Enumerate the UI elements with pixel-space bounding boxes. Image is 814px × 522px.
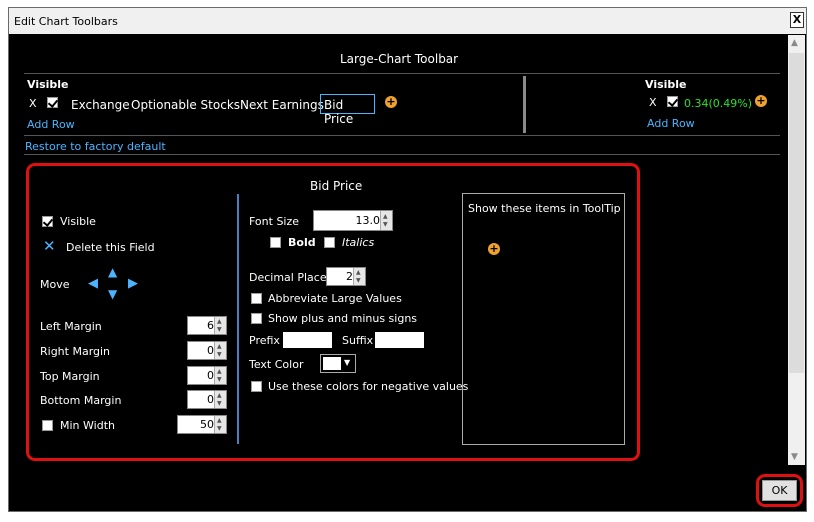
scroll-thumb[interactable]	[789, 53, 804, 373]
plus-minus-label: Show plus and minus signs	[268, 312, 418, 325]
restore-divider	[24, 154, 780, 155]
decimal-places-label: Decimal Places	[249, 271, 333, 284]
bottom-margin-value: 0	[207, 393, 214, 406]
scroll-up-icon[interactable]: ▲	[791, 38, 798, 48]
right-add-item-icon[interactable]: +	[755, 95, 767, 107]
move-label: Move	[40, 278, 70, 291]
add-item-icon[interactable]: +	[385, 96, 397, 108]
prefix-label: Prefix	[249, 334, 280, 347]
left-visible-checkbox[interactable]	[47, 97, 58, 108]
bottom-margin-label: Bottom Margin	[40, 394, 122, 407]
color-swatch	[323, 357, 341, 370]
scroll-down-icon[interactable]: ▼	[791, 452, 798, 462]
right-remove-x[interactable]: X	[649, 96, 657, 109]
toolbar-item-earnings[interactable]: Next Earnings	[240, 98, 324, 112]
suffix-input[interactable]	[375, 332, 424, 348]
negative-colors-checkbox[interactable]	[251, 381, 262, 392]
toolbar-item-exchange[interactable]: Exchange	[71, 98, 130, 112]
text-color-picker[interactable]: ▼	[320, 354, 356, 373]
abbreviate-label: Abbreviate Large Values	[268, 292, 402, 305]
top-margin-label: Top Margin	[40, 370, 100, 383]
move-left-icon[interactable]: ◀	[88, 276, 98, 291]
left-remove-x[interactable]: X	[29, 97, 37, 110]
bottom-margin-spinner[interactable]: 0 ▲ ▼	[187, 390, 227, 409]
font-size-value: 13.0	[355, 214, 381, 227]
italics-checkbox[interactable]	[324, 237, 335, 248]
field-visible-checkbox[interactable]	[42, 216, 53, 227]
suffix-label: Suffix	[342, 334, 374, 347]
plus-minus-checkbox[interactable]	[251, 313, 262, 324]
move-right-icon[interactable]: ▶	[128, 276, 138, 291]
min-width-value: 50	[200, 418, 214, 431]
ok-button[interactable]: OK	[762, 480, 797, 501]
text-color-label: Text Color	[249, 358, 304, 371]
spinner-buttons[interactable]: ▲ ▼	[214, 342, 226, 359]
negative-colors-label: Use these colors for negative values	[268, 380, 469, 393]
font-size-label: Font Size	[249, 215, 300, 228]
min-width-checkbox[interactable]	[42, 420, 53, 431]
title-bar: Edit Chart Toolbars X	[9, 8, 806, 34]
spinner-buttons[interactable]: ▲ ▼	[214, 391, 226, 408]
toolbar-header: Large-Chart Toolbar	[340, 52, 459, 66]
decimal-places-value: 2	[346, 270, 353, 283]
delete-icon[interactable]: ✕	[43, 237, 56, 255]
left-add-row-link[interactable]: Add Row	[27, 118, 75, 131]
chevron-down-icon: ▼	[344, 358, 351, 367]
min-width-spinner[interactable]: 50 ▲ ▼	[177, 415, 227, 434]
restore-default-link[interactable]: Restore to factory default	[25, 140, 166, 153]
font-size-spinner[interactable]: 13.0 ▲ ▼	[313, 210, 393, 231]
window-title: Edit Chart Toolbars	[14, 15, 118, 28]
move-down-icon[interactable]: ▼	[108, 287, 117, 301]
italics-label: Italics	[342, 236, 375, 249]
toolbar-item-optionable[interactable]: Optionable Stocks	[131, 98, 240, 112]
tooltip-items-box	[462, 193, 625, 445]
right-margin-spinner[interactable]: 0 ▲ ▼	[187, 341, 227, 360]
move-up-icon[interactable]: ▲	[108, 265, 117, 279]
decimal-places-spinner[interactable]: 2 ▲ ▼	[326, 267, 366, 286]
vertical-scrollbar[interactable]: ▲ ▼	[788, 35, 805, 465]
field-visible-label: Visible	[60, 215, 96, 228]
spinner-buttons[interactable]: ▲ ▼	[214, 416, 226, 433]
toolbar-item-change[interactable]: 0.34(0.49%)	[684, 97, 752, 110]
left-margin-spinner[interactable]: 6 ▲ ▼	[187, 316, 227, 335]
header-divider	[24, 73, 780, 74]
spinner-buttons[interactable]: ▲ ▼	[214, 367, 226, 384]
bold-label: Bold	[288, 236, 316, 249]
delete-field-link[interactable]: Delete this Field	[66, 241, 155, 254]
top-margin-value: 0	[207, 369, 214, 382]
field-title: Bid Price	[310, 179, 363, 193]
top-margin-spinner[interactable]: 0 ▲ ▼	[187, 366, 227, 385]
left-visible-label: Visible	[27, 78, 69, 91]
left-margin-value: 6	[207, 319, 214, 332]
bold-checkbox[interactable]	[270, 237, 281, 248]
right-visible-label: Visible	[645, 78, 687, 91]
row-splitter[interactable]	[523, 76, 526, 133]
column-divider	[237, 194, 239, 444]
abbreviate-checkbox[interactable]	[251, 293, 262, 304]
spinner-buttons[interactable]: ▲ ▼	[214, 317, 226, 334]
left-margin-label: Left Margin	[40, 320, 102, 333]
right-margin-label: Right Margin	[40, 345, 111, 358]
spinner-buttons[interactable]: ▲ ▼	[353, 268, 365, 285]
toolbar-item-bid-price[interactable]: Bid Price	[320, 94, 375, 126]
right-visible-checkbox[interactable]	[667, 96, 678, 107]
row-divider	[24, 135, 780, 136]
spinner-buttons[interactable]: ▲ ▼	[380, 211, 392, 230]
right-margin-value: 0	[207, 344, 214, 357]
prefix-input[interactable]	[283, 332, 332, 348]
tooltip-add-icon[interactable]: +	[488, 243, 500, 255]
close-button[interactable]: X	[790, 12, 804, 28]
right-add-row-link[interactable]: Add Row	[647, 117, 695, 130]
tooltip-title: Show these items in ToolTip	[468, 202, 621, 215]
min-width-label: Min Width	[60, 419, 115, 432]
